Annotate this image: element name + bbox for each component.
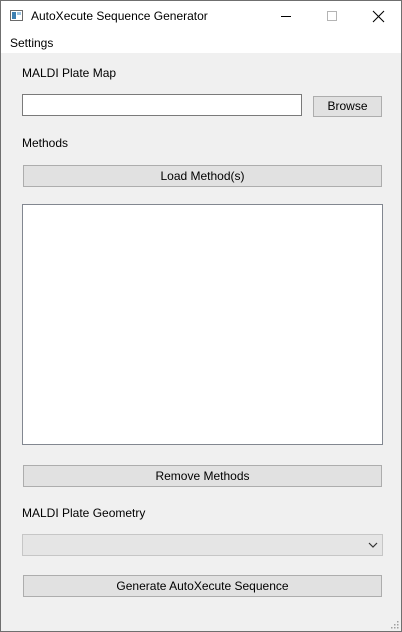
maximize-icon xyxy=(327,11,337,21)
plate-geometry-dropdown[interactable] xyxy=(22,534,383,556)
browse-button[interactable]: Browse xyxy=(313,96,382,117)
maximize-button[interactable] xyxy=(309,1,355,32)
chevron-down-icon xyxy=(368,542,378,548)
plate-geometry-label: MALDI Plate Geometry xyxy=(22,506,146,520)
generate-sequence-button[interactable]: Generate AutoXecute Sequence xyxy=(23,575,382,597)
app-icon-pane xyxy=(12,12,16,19)
app-window-icon xyxy=(10,10,23,21)
window-title: AutoXecute Sequence Generator xyxy=(31,9,208,23)
load-methods-button[interactable]: Load Method(s) xyxy=(23,165,382,187)
close-icon xyxy=(372,10,385,23)
app-window: AutoXecute Sequence Generator Settings M… xyxy=(0,0,402,632)
minimize-button[interactable] xyxy=(263,1,309,32)
resize-grip-icon[interactable] xyxy=(390,620,399,629)
plate-map-path-input[interactable] xyxy=(22,94,302,116)
remove-methods-button[interactable]: Remove Methods xyxy=(23,465,382,487)
menu-bar: Settings xyxy=(1,32,401,53)
menu-settings[interactable]: Settings xyxy=(10,36,53,50)
close-button[interactable] xyxy=(355,1,401,32)
methods-label: Methods xyxy=(22,136,69,150)
methods-list[interactable] xyxy=(22,204,383,445)
plate-map-label: MALDI Plate Map xyxy=(22,66,117,80)
minimize-icon xyxy=(281,16,291,17)
title-bar[interactable]: AutoXecute Sequence Generator xyxy=(1,1,401,32)
app-icon-pane xyxy=(17,12,21,15)
